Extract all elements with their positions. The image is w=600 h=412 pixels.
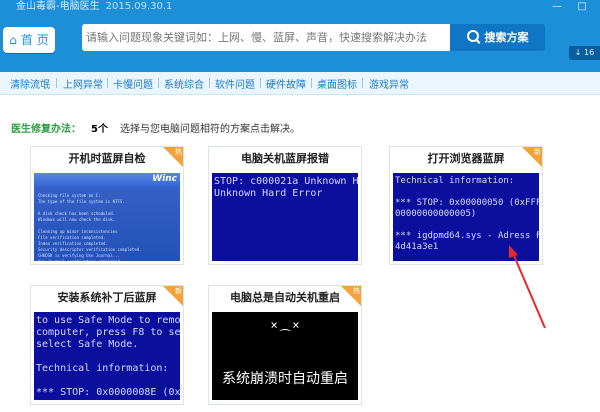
solution-card-auto-restart[interactable]: 电脑总是自动关机重启 热 × × ⁀ 系统崩溃时自动重启 (208, 285, 362, 405)
crash-caption: 系统崩溃时自动重启 (222, 371, 348, 387)
solution-count: 5个 (91, 124, 108, 135)
nav-item-games[interactable]: 游戏异常 (369, 76, 409, 91)
card-screenshot: to use Safe Mode to remov computer, pres… (34, 312, 180, 400)
card-screenshot: STOP: c000021a Unknown Ha Unknown Hard E… (212, 173, 358, 261)
sad-face-icon: × × ⁀ (270, 318, 300, 343)
nav-divider (260, 78, 261, 88)
card-screenshot: × × ⁀ 系统崩溃时自动重启 (212, 312, 358, 400)
home-icon: ⌂ (9, 33, 17, 47)
card-title: 安装系统补丁后蓝屏 (57, 291, 157, 304)
home-button[interactable]: ⌂ 首 页 (3, 27, 55, 53)
maximize-button[interactable]: □ (573, 0, 591, 14)
category-nav: 清除流氓 上网异常 卡慢问题 系统综合 软件问题 硬件故障 桌面图标 游戏异常 (0, 72, 600, 95)
new-badge-text: 新 (175, 287, 182, 295)
solution-card-browser-bsod[interactable]: 打开浏览器蓝屏 新 Technical information: *** STO… (389, 146, 543, 265)
windows-logo: Winc (152, 174, 177, 184)
nav-item-system[interactable]: 系统综合 (164, 76, 204, 91)
search-box (82, 24, 450, 51)
search-input[interactable] (86, 24, 446, 51)
solution-card-patch-bsod[interactable]: 安装系统补丁后蓝屏 新 to use Safe Mode to remov co… (30, 285, 184, 405)
home-button-label: 首 页 (20, 33, 49, 47)
card-title: 电脑总是自动关机重启 (230, 291, 340, 304)
search-button-label: 搜索方案 (484, 31, 529, 44)
download-speed-badge: ↓ 16 (569, 46, 600, 60)
app-title: 金山毒霸-电脑医生 2015.09.30.1 (16, 0, 172, 12)
nav-divider (311, 78, 312, 88)
card-screenshot: Technical information: *** STOP: 0x00000… (393, 173, 539, 261)
nav-divider (158, 78, 159, 88)
search-button[interactable]: 搜索方案 (450, 24, 545, 51)
hot-badge-text: 热 (353, 287, 360, 295)
app-header: 金山毒霸-电脑医生 2015.09.30.1 — □ ⌂首 页 搜索方案 ↓ 16 (0, 0, 600, 72)
nav-divider (107, 78, 108, 88)
nav-item-slow[interactable]: 卡慢问题 (113, 76, 153, 91)
summary-description: 选择与您电脑问题相符的方案点击解决。 (119, 124, 300, 135)
new-badge-text: 新 (534, 148, 541, 156)
nav-item-desktop-icons[interactable]: 桌面图标 (317, 76, 357, 91)
card-title: 打开浏览器蓝屏 (427, 152, 505, 165)
solution-card-boot-bsod[interactable]: 开机时蓝屏自检 热 Winc Checking file system on C… (30, 146, 184, 265)
nav-item-clean-rogue[interactable]: 清除流氓 (10, 76, 50, 91)
summary-label: 医生修复办法： (11, 124, 81, 135)
app-version: 2015.09.30.1 (105, 1, 173, 12)
chkdsk-text: Checking file system on C: The type of t… (38, 193, 142, 261)
nav-divider (362, 78, 363, 88)
minimize-button[interactable]: — (548, 0, 566, 14)
nav-item-software[interactable]: 软件问题 (215, 76, 255, 91)
hot-badge-text: 热 (175, 148, 182, 156)
nav-divider (56, 78, 57, 88)
nav-item-internet[interactable]: 上网异常 (63, 76, 103, 91)
solution-card-shutdown-bsod[interactable]: 电脑关机蓝屏报错 STOP: c000021a Unknown Ha Unkno… (208, 146, 362, 265)
app-title-text: 金山毒霸-电脑医生 (16, 1, 100, 12)
card-screenshot: Winc Checking file system on C: The type… (34, 173, 180, 261)
card-title: 开机时蓝屏自检 (68, 152, 146, 165)
nav-divider (209, 78, 210, 88)
fix-summary: 医生修复办法： 5个 选择与您电脑问题相符的方案点击解决。 (11, 120, 300, 135)
search-icon (466, 30, 479, 42)
nav-item-hardware[interactable]: 硬件故障 (266, 76, 306, 91)
card-title: 电脑关机蓝屏报错 (241, 152, 329, 165)
